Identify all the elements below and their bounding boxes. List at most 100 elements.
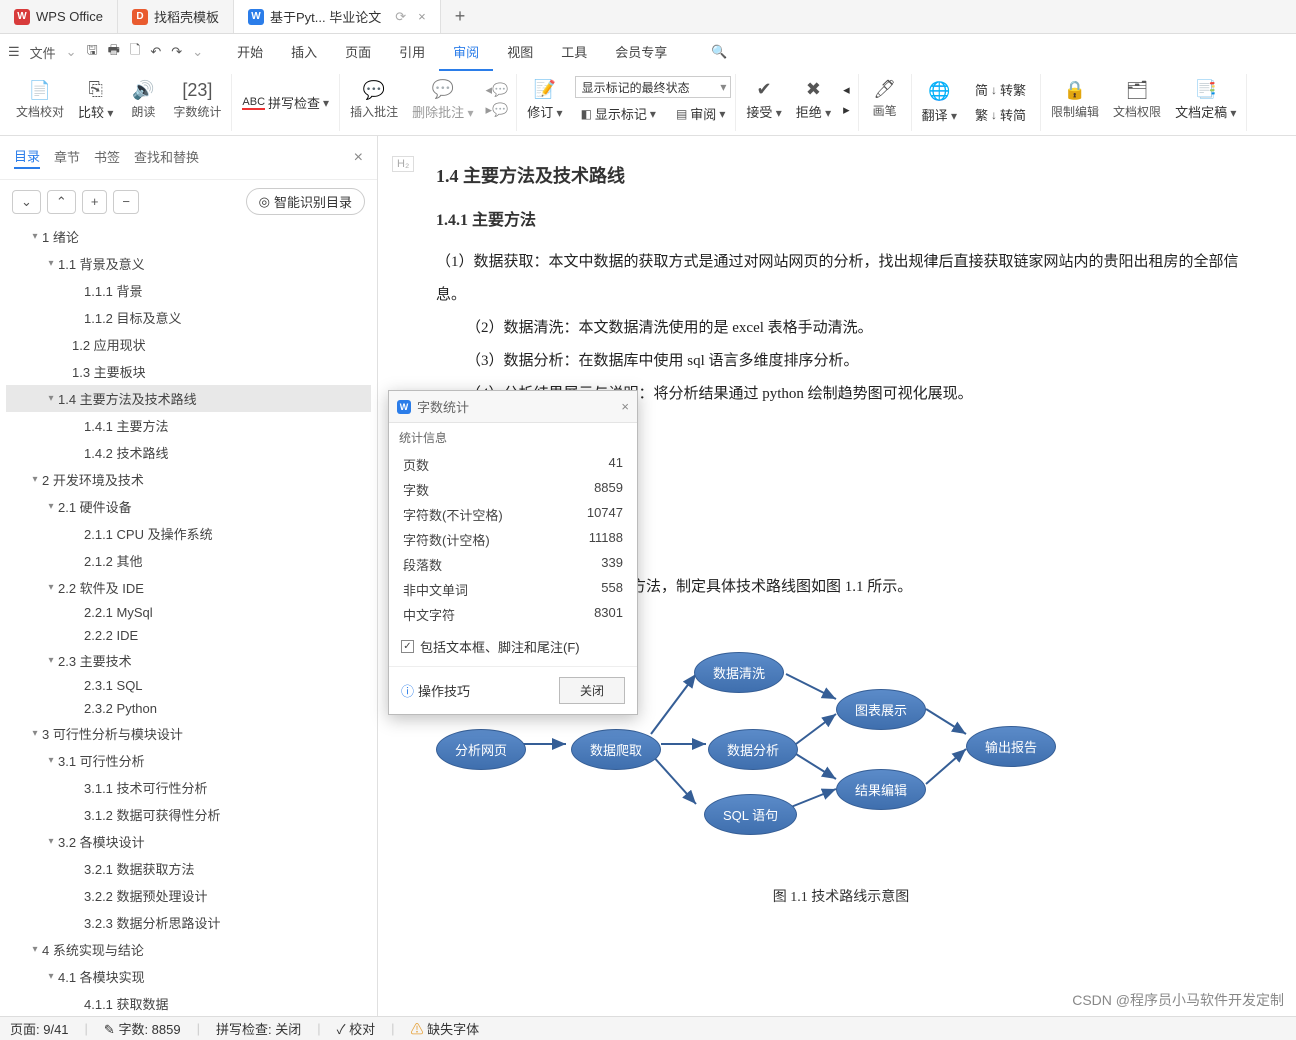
review-pane-button[interactable]: ▤ 审阅 ▾ [670, 102, 731, 125]
toc-list[interactable]: ▾1 绪论▾1.1 背景及意义1.1.1 背景1.1.2 目标及意义1.2 应用… [0, 223, 377, 1016]
qat-chevron[interactable]: ⌄ [192, 44, 203, 60]
status-words[interactable]: ✎ 字数: 8859 [104, 1019, 181, 1038]
to-simplified-button[interactable]: 繁↓ 转简 [969, 103, 1032, 126]
toc-item[interactable]: 3.2.1 数据获取方法 [6, 855, 371, 882]
toc-item[interactable]: ▾2.3 主要技术 [6, 647, 371, 674]
file-chevron[interactable]: ⌄ [66, 44, 77, 60]
status-page[interactable]: 页面: 9/41 [10, 1019, 69, 1038]
dialog-titlebar[interactable]: W 字数统计 × [389, 391, 637, 423]
undo-icon[interactable]: ↶ [150, 44, 161, 60]
expand-all-button[interactable]: ⌄ [12, 190, 41, 214]
insert-comment-button[interactable]: 💬插入批注 [344, 77, 404, 122]
spellcheck-button[interactable]: ABC 拼写检查 ▾ [236, 91, 335, 114]
toc-item[interactable]: 2.2.1 MySql [6, 601, 371, 624]
toc-item[interactable]: ▾1.4 主要方法及技术路线 [6, 385, 371, 412]
tab-home[interactable]: 开始 [223, 34, 277, 71]
include-footnotes-checkbox[interactable]: ✓ 包括文本框、脚注和尾注(F) [389, 627, 637, 666]
sidebar-tab-chapter[interactable]: 章节 [54, 147, 80, 168]
to-traditional-button[interactable]: 简↓ 转繁 [969, 78, 1032, 101]
toc-item[interactable]: 4.1.1 获取数据 [6, 990, 371, 1016]
restrict-edit-button[interactable]: 🔒限制编辑 [1045, 77, 1105, 122]
remove-item-button[interactable]: − [113, 190, 139, 214]
brush-button[interactable]: 🖊画笔 [863, 76, 907, 121]
tips-link[interactable]: ⓘ操作技巧 [401, 681, 470, 700]
wordcount-button[interactable]: [23]字数统计 [167, 77, 227, 122]
tab-review[interactable]: 审阅 [439, 34, 493, 71]
toc-item[interactable]: 3.2.2 数据预处理设计 [6, 882, 371, 909]
hamburger-icon[interactable]: ☰ [8, 44, 20, 60]
toc-item[interactable]: 1.1.1 背景 [6, 277, 371, 304]
toc-item[interactable]: ▾1.1 背景及意义 [6, 250, 371, 277]
track-changes-button[interactable]: 📝修订 ▾ [521, 76, 568, 123]
tab-reference[interactable]: 引用 [385, 34, 439, 71]
print-icon[interactable]: 🖶 [108, 41, 120, 63]
dialog-close-icon[interactable]: × [621, 399, 629, 414]
toc-item[interactable]: 2.3.2 Python [6, 697, 371, 720]
proof-button[interactable]: 📄文档校对 [10, 77, 70, 122]
reject-button[interactable]: ✖拒绝 ▾ [790, 76, 837, 123]
next-comment-icon[interactable]: ▸💬 [485, 102, 508, 118]
next-change-icon[interactable]: ▸ [843, 102, 850, 118]
prev-comment-icon[interactable]: ◂💬 [485, 82, 508, 98]
toc-item[interactable]: 3.1.1 技术可行性分析 [6, 774, 371, 801]
reload-icon[interactable]: ⟳ [395, 9, 406, 25]
toc-item[interactable]: 1.1.2 目标及意义 [6, 304, 371, 331]
toc-item[interactable]: ▾2.2 软件及 IDE [6, 574, 371, 601]
toc-item[interactable]: 2.1.2 其他 [6, 547, 371, 574]
toc-item[interactable]: ▾4 系统实现与结论 [6, 936, 371, 963]
close-tab-icon[interactable]: × [418, 9, 426, 24]
search-icon[interactable]: 🔍 [701, 38, 737, 66]
accept-icon: ✔ [756, 78, 771, 100]
toc-item[interactable]: ▾2.1 硬件设备 [6, 493, 371, 520]
translate-button[interactable]: 🌐翻译 ▾ [916, 79, 963, 126]
permissions-button[interactable]: 🗂文档权限 [1107, 77, 1167, 122]
smart-toc-button[interactable]: ◎智能识别目录 [246, 188, 365, 215]
toc-item[interactable]: 1.2 应用现状 [6, 331, 371, 358]
toc-item[interactable]: ▾1 绪论 [6, 223, 371, 250]
delete-comment-button[interactable]: 💬删除批注 ▾ [406, 76, 479, 123]
toc-item[interactable]: 2.3.1 SQL [6, 674, 371, 697]
tab-current-document[interactable]: W 基于Pyt... 毕业论文 ⟳ × [234, 0, 441, 33]
redo-icon[interactable]: ↷ [171, 44, 182, 60]
toc-item[interactable]: 2.2.2 IDE [6, 624, 371, 647]
sidebar-tab-toc[interactable]: 目录 [14, 146, 40, 169]
toc-item[interactable]: ▾3 可行性分析与模块设计 [6, 720, 371, 747]
toc-item[interactable]: ▾4.1 各模块实现 [6, 963, 371, 990]
finalize-button[interactable]: 📑文档定稿 ▾ [1169, 76, 1242, 123]
status-proof[interactable]: ✓ 校对 [337, 1019, 376, 1038]
toc-item[interactable]: 1.3 主要板块 [6, 358, 371, 385]
toc-item[interactable]: 1.4.2 技术路线 [6, 439, 371, 466]
toc-item[interactable]: ▾3.2 各模块设计 [6, 828, 371, 855]
marks-state-select[interactable]: 显示标记的最终状态 [575, 76, 732, 98]
app-logo-tab[interactable]: W WPS Office [0, 0, 118, 33]
toc-item[interactable]: 2.1.1 CPU 及操作系统 [6, 520, 371, 547]
tab-insert[interactable]: 插入 [277, 34, 331, 71]
preview-icon[interactable]: 🗋 [130, 41, 140, 63]
toc-item[interactable]: ▾2 开发环境及技术 [6, 466, 371, 493]
read-button[interactable]: 🔊朗读 [121, 77, 165, 122]
close-button[interactable]: 关闭 [559, 677, 625, 704]
tab-page[interactable]: 页面 [331, 34, 385, 71]
compare-button[interactable]: ⎘比较 ▾ [72, 76, 119, 123]
toc-item[interactable]: ▾3.1 可行性分析 [6, 747, 371, 774]
tab-templates[interactable]: D 找稻壳模板 [118, 0, 234, 33]
new-tab-button[interactable]: + [441, 6, 480, 27]
status-spell[interactable]: 拼写检查: 关闭 [216, 1019, 301, 1038]
collapse-all-button[interactable]: ⌃ [47, 190, 76, 214]
file-menu[interactable]: 文件 [30, 43, 56, 62]
sidebar-tab-find[interactable]: 查找和替换 [134, 147, 199, 168]
sidebar-close-icon[interactable]: × [354, 149, 363, 167]
accept-button[interactable]: ✔接受 ▾ [740, 76, 787, 123]
tab-member[interactable]: 会员专享 [601, 34, 681, 71]
toc-item[interactable]: 3.2.3 数据分析思路设计 [6, 909, 371, 936]
status-missing-font[interactable]: ⚠ 缺失字体 [411, 1019, 480, 1038]
tab-view[interactable]: 视图 [493, 34, 547, 71]
add-item-button[interactable]: + [82, 190, 108, 214]
toc-item[interactable]: 1.4.1 主要方法 [6, 412, 371, 439]
prev-change-icon[interactable]: ◂ [843, 82, 850, 98]
sidebar-tab-bookmark[interactable]: 书签 [94, 147, 120, 168]
tab-tools[interactable]: 工具 [547, 34, 601, 71]
save-icon[interactable]: 🖫 [87, 41, 98, 63]
show-marks-button[interactable]: ◧ 显示标记 ▾ [575, 102, 662, 125]
toc-item[interactable]: 3.1.2 数据可获得性分析 [6, 801, 371, 828]
